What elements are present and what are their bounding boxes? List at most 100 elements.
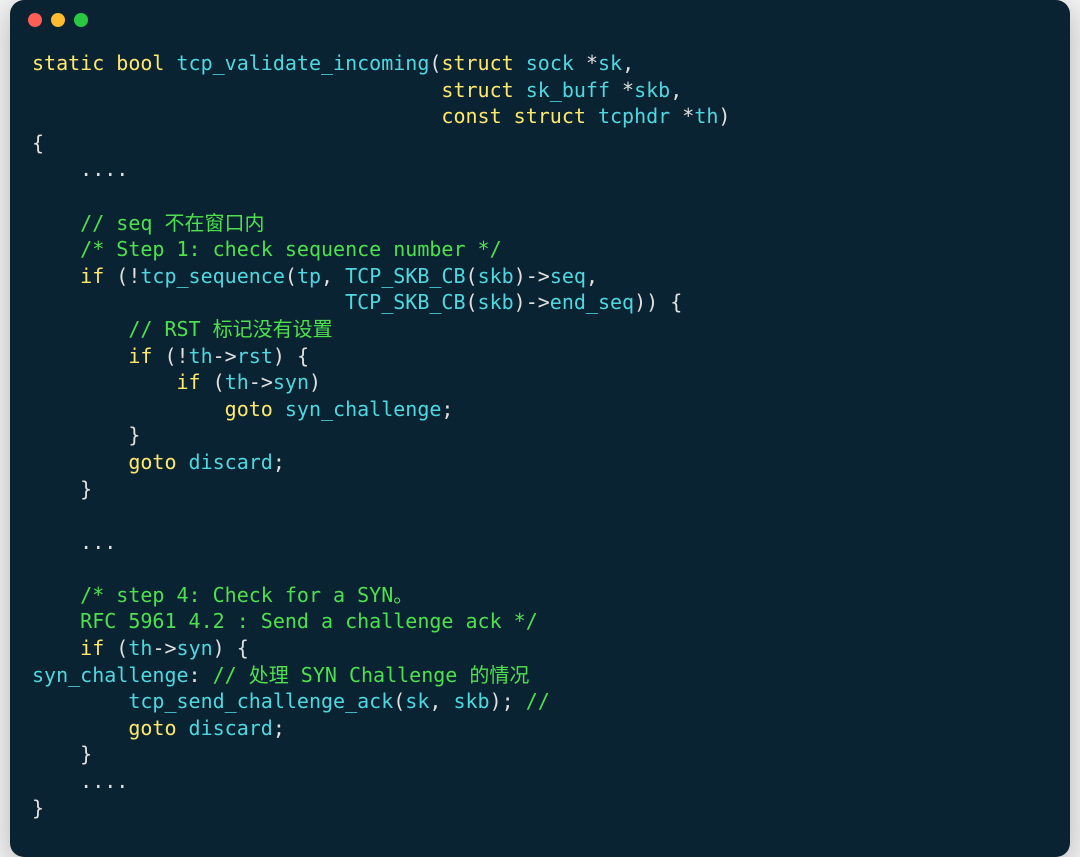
token-punct: ( [466, 264, 478, 288]
code-line: } [32, 477, 92, 501]
token-punct: ( [201, 370, 225, 394]
token-punct: } [32, 423, 140, 447]
token-punct [586, 104, 598, 128]
token-identifier: skb [478, 264, 514, 288]
token-identifier: TCP_SKB_CB [345, 290, 465, 314]
code-line: goto discard; [32, 716, 285, 740]
token-punct: .... [32, 769, 128, 793]
code-line: } [32, 742, 92, 766]
token-keyword: goto [225, 397, 273, 421]
token-punct: ; [273, 716, 285, 740]
token-identifier: tcphdr [598, 104, 670, 128]
code-line: if (th->syn) { [32, 636, 249, 660]
token-punct: ( [466, 290, 478, 314]
token-keyword: static [32, 51, 104, 75]
token-comment: // seq 不在窗口内 [80, 211, 264, 235]
token-punct [32, 290, 345, 314]
code-line: .... [32, 769, 128, 793]
token-identifier: syn_challenge [285, 397, 442, 421]
token-identifier: th [694, 104, 718, 128]
token-identifier: th [128, 636, 152, 660]
code-line: tcp_send_challenge_ack(sk, skb); // [32, 689, 550, 713]
token-identifier: skb [478, 290, 514, 314]
token-comment: RFC 5961 4.2 : Send a challenge ack */ [80, 609, 538, 633]
code-line: /* Step 1: check sequence number */ [32, 237, 502, 261]
token-punct: ( [104, 636, 128, 660]
token-punct: * [574, 51, 598, 75]
code-line: // RST 标记没有设置 [32, 317, 333, 341]
token-punct [32, 317, 128, 341]
token-keyword: struct [514, 104, 586, 128]
code-block: static bool tcp_validate_incoming(struct… [10, 40, 1070, 831]
token-punct: ) [309, 370, 321, 394]
close-icon[interactable] [28, 13, 42, 27]
token-punct: , [622, 51, 634, 75]
token-punct: ( [285, 264, 297, 288]
token-punct: } [32, 477, 92, 501]
token-punct: ) [718, 104, 730, 128]
token-punct: ( [429, 51, 441, 75]
token-punct: ... [32, 530, 116, 554]
token-punct [32, 397, 225, 421]
token-punct: , [321, 264, 345, 288]
code-line: } [32, 796, 44, 820]
token-identifier: syn_challenge [32, 663, 189, 687]
token-keyword: if [80, 636, 104, 660]
token-punct [514, 51, 526, 75]
token-keyword: if [128, 344, 152, 368]
code-line: goto syn_challenge; [32, 397, 453, 421]
token-keyword: if [177, 370, 201, 394]
token-punct [32, 78, 441, 102]
token-punct [32, 264, 80, 288]
token-comment: // RST 标记没有设置 [128, 317, 332, 341]
token-keyword: goto [128, 450, 176, 474]
token-punct: )) { [634, 290, 682, 314]
code-line: if (!th->rst) { [32, 344, 309, 368]
token-punct [32, 716, 128, 740]
token-punct: * [670, 104, 694, 128]
token-punct [177, 450, 189, 474]
token-keyword: struct [441, 51, 513, 75]
token-punct: { [32, 131, 44, 155]
token-punct [32, 344, 128, 368]
terminal-window: static bool tcp_validate_incoming(struct… [10, 0, 1070, 857]
code-line: TCP_SKB_CB(skb)->end_seq)) { [32, 290, 682, 314]
token-punct: (! [152, 344, 188, 368]
token-identifier: rst [237, 344, 273, 368]
window-titlebar [10, 0, 1070, 40]
code-line: if (th->syn) [32, 370, 321, 394]
token-punct [164, 51, 176, 75]
token-punct: )-> [514, 290, 550, 314]
minimize-icon[interactable] [51, 13, 65, 27]
code-line: syn_challenge: // 处理 SYN Challenge 的情况 [32, 663, 529, 687]
token-punct [514, 78, 526, 102]
zoom-icon[interactable] [74, 13, 88, 27]
token-punct: ) { [213, 636, 249, 660]
token-keyword: const [441, 104, 501, 128]
token-identifier: discard [189, 450, 273, 474]
code-line: RFC 5961 4.2 : Send a challenge ack */ [32, 609, 538, 633]
token-punct [32, 636, 80, 660]
code-line: ... [32, 530, 116, 554]
token-punct [104, 51, 116, 75]
code-line: .... [32, 157, 128, 181]
code-line: if (!tcp_sequence(tp, TCP_SKB_CB(skb)->s… [32, 264, 598, 288]
token-identifier: sk [598, 51, 622, 75]
token-punct [32, 104, 441, 128]
token-identifier: skb [634, 78, 670, 102]
token-punct [502, 104, 514, 128]
token-identifier: end_seq [550, 290, 634, 314]
token-punct: , [670, 78, 682, 102]
code-line: { [32, 131, 44, 155]
token-keyword: if [80, 264, 104, 288]
token-identifier: skb [453, 689, 489, 713]
token-punct: : [189, 663, 213, 687]
token-punct: ; [273, 450, 285, 474]
token-identifier: syn [273, 370, 309, 394]
token-identifier: sock [526, 51, 574, 75]
token-punct: ) { [273, 344, 309, 368]
token-punct [32, 609, 80, 633]
token-punct: )-> [514, 264, 550, 288]
token-punct: -> [213, 344, 237, 368]
token-punct [32, 689, 128, 713]
